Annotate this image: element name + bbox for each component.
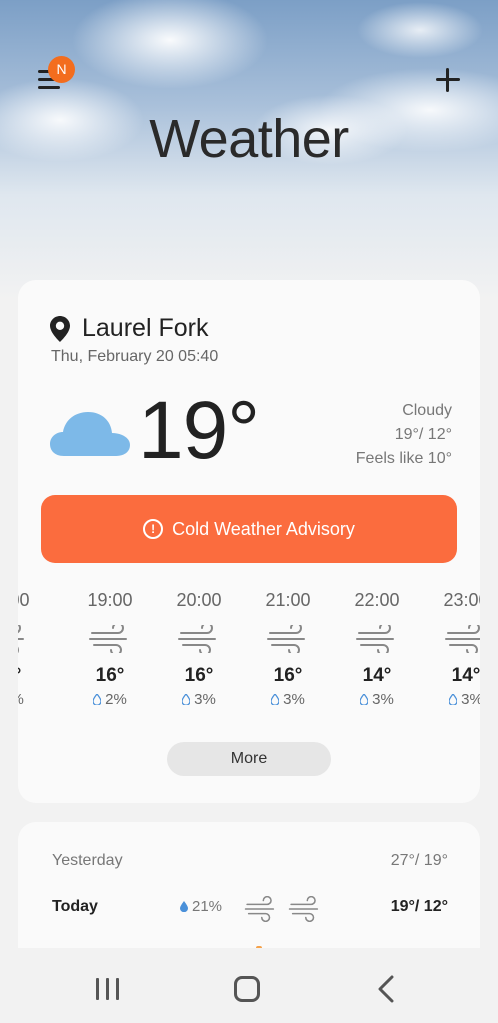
droplet-icon [180,901,188,912]
recent-apps-bar [106,978,109,1000]
droplet-icon [271,694,280,705]
daily-row-yesterday[interactable]: Yesterday 27°/ 19° [52,852,448,876]
hour-temp: 16° [95,665,125,686]
wind-icon [288,896,319,922]
feels-like: Feels like 10° [355,450,452,467]
day-temps: 27°/ 19° [390,852,448,869]
alert-circle-icon: ! [143,519,164,539]
hourly-item: 23:00 14° 3% [431,590,480,708]
back-icon[interactable] [376,974,396,1004]
day-precip: 21% [180,898,222,915]
alert-label: Cold Weather Advisory [172,518,355,539]
hour-time: 22:00 [354,590,400,610]
hourly-item: 19:00 16° 2% [75,590,145,708]
condition-text: Cloudy [402,402,452,419]
droplet-icon [182,694,191,705]
daily-row-today[interactable]: Today 21% 19°/ 12° [52,896,448,922]
app-title: Weather [149,109,349,169]
recent-apps-bar [116,978,119,1000]
more-button[interactable]: More [167,742,331,776]
hour-precip-value: 3% [372,691,394,708]
notification-badge: N [48,56,75,83]
hour-time: 23:00 [443,590,480,610]
recent-apps-icon[interactable] [95,978,121,1000]
high-low-temps: 19°/ 12° [394,426,452,443]
hour-temp: 16° [184,665,214,686]
hour-precip: 3% [164,691,234,708]
wind-icon [178,625,216,653]
location-name: Laurel Fork [82,314,209,342]
hour-time: 21:00 [265,590,311,610]
wind-icon [89,625,127,653]
weather-alert-button[interactable]: ! Cold Weather Advisory [41,495,457,563]
hour-time: 19:00 [87,590,133,610]
hour-precip: 3% [253,691,323,708]
cloud-icon [50,412,130,456]
hour-precip: 2% [18,691,42,708]
hourly-item: 18:00 16° 2% [18,590,42,708]
hour-precip-value: 3% [194,691,216,708]
hour-precip: 3% [431,691,480,708]
current-temperature: 19° [138,385,260,476]
recent-apps-bar [96,978,99,1000]
hour-temp: 14° [451,665,480,686]
hour-temp: 14° [362,665,392,686]
hour-precip-value: 3% [461,691,480,708]
day-precip-value: 21% [192,898,223,915]
wind-icon [445,625,480,653]
condition-summary: Cloudy 19°/ 12° Feels like 10° [356,399,452,471]
wind-icon [18,625,24,653]
hour-temp: 16° [273,665,303,686]
hour-precip-value: 3% [283,691,305,708]
hourly-forecast[interactable]: 18:00 16° 2% 19:00 16° 2% 20:00 16° 3% 2… [18,590,480,720]
wind-icon [356,625,394,653]
hour-time: 18:00 [18,590,30,610]
droplet-icon [93,694,102,705]
hour-time: 20:00 [176,590,222,610]
droplet-icon [360,694,369,705]
droplet-icon [449,694,458,705]
hour-precip-value: 2% [18,691,24,708]
day-temps: 19°/ 12° [390,898,448,915]
wind-icon [267,625,305,653]
location-pin-icon [50,315,70,342]
current-weather-card[interactable]: Laurel Fork Thu, February 20 05:40 19° C… [18,280,480,803]
location-row: Laurel Fork [50,314,208,343]
day-label: Yesterday [52,852,123,869]
hourly-item: 22:00 14° 3% [342,590,412,708]
hourly-item: 20:00 16° 3% [164,590,234,708]
daily-forecast-card[interactable]: Yesterday 27°/ 19° Today 21% 19°/ 12° [18,822,480,952]
wind-icon [244,896,275,922]
hour-precip: 2% [75,691,145,708]
add-location-button[interactable] [434,66,462,94]
day-label: Today [52,898,98,915]
home-icon[interactable] [234,976,260,1002]
hour-precip: 3% [342,691,412,708]
hourly-item: 21:00 16° 3% [253,590,323,708]
hour-temp: 16° [18,665,42,687]
hour-precip-value: 2% [105,691,127,708]
system-navigation-bar [0,948,498,1023]
update-datetime: Thu, February 20 05:40 [51,348,219,365]
menu-icon-bar [38,86,60,89]
